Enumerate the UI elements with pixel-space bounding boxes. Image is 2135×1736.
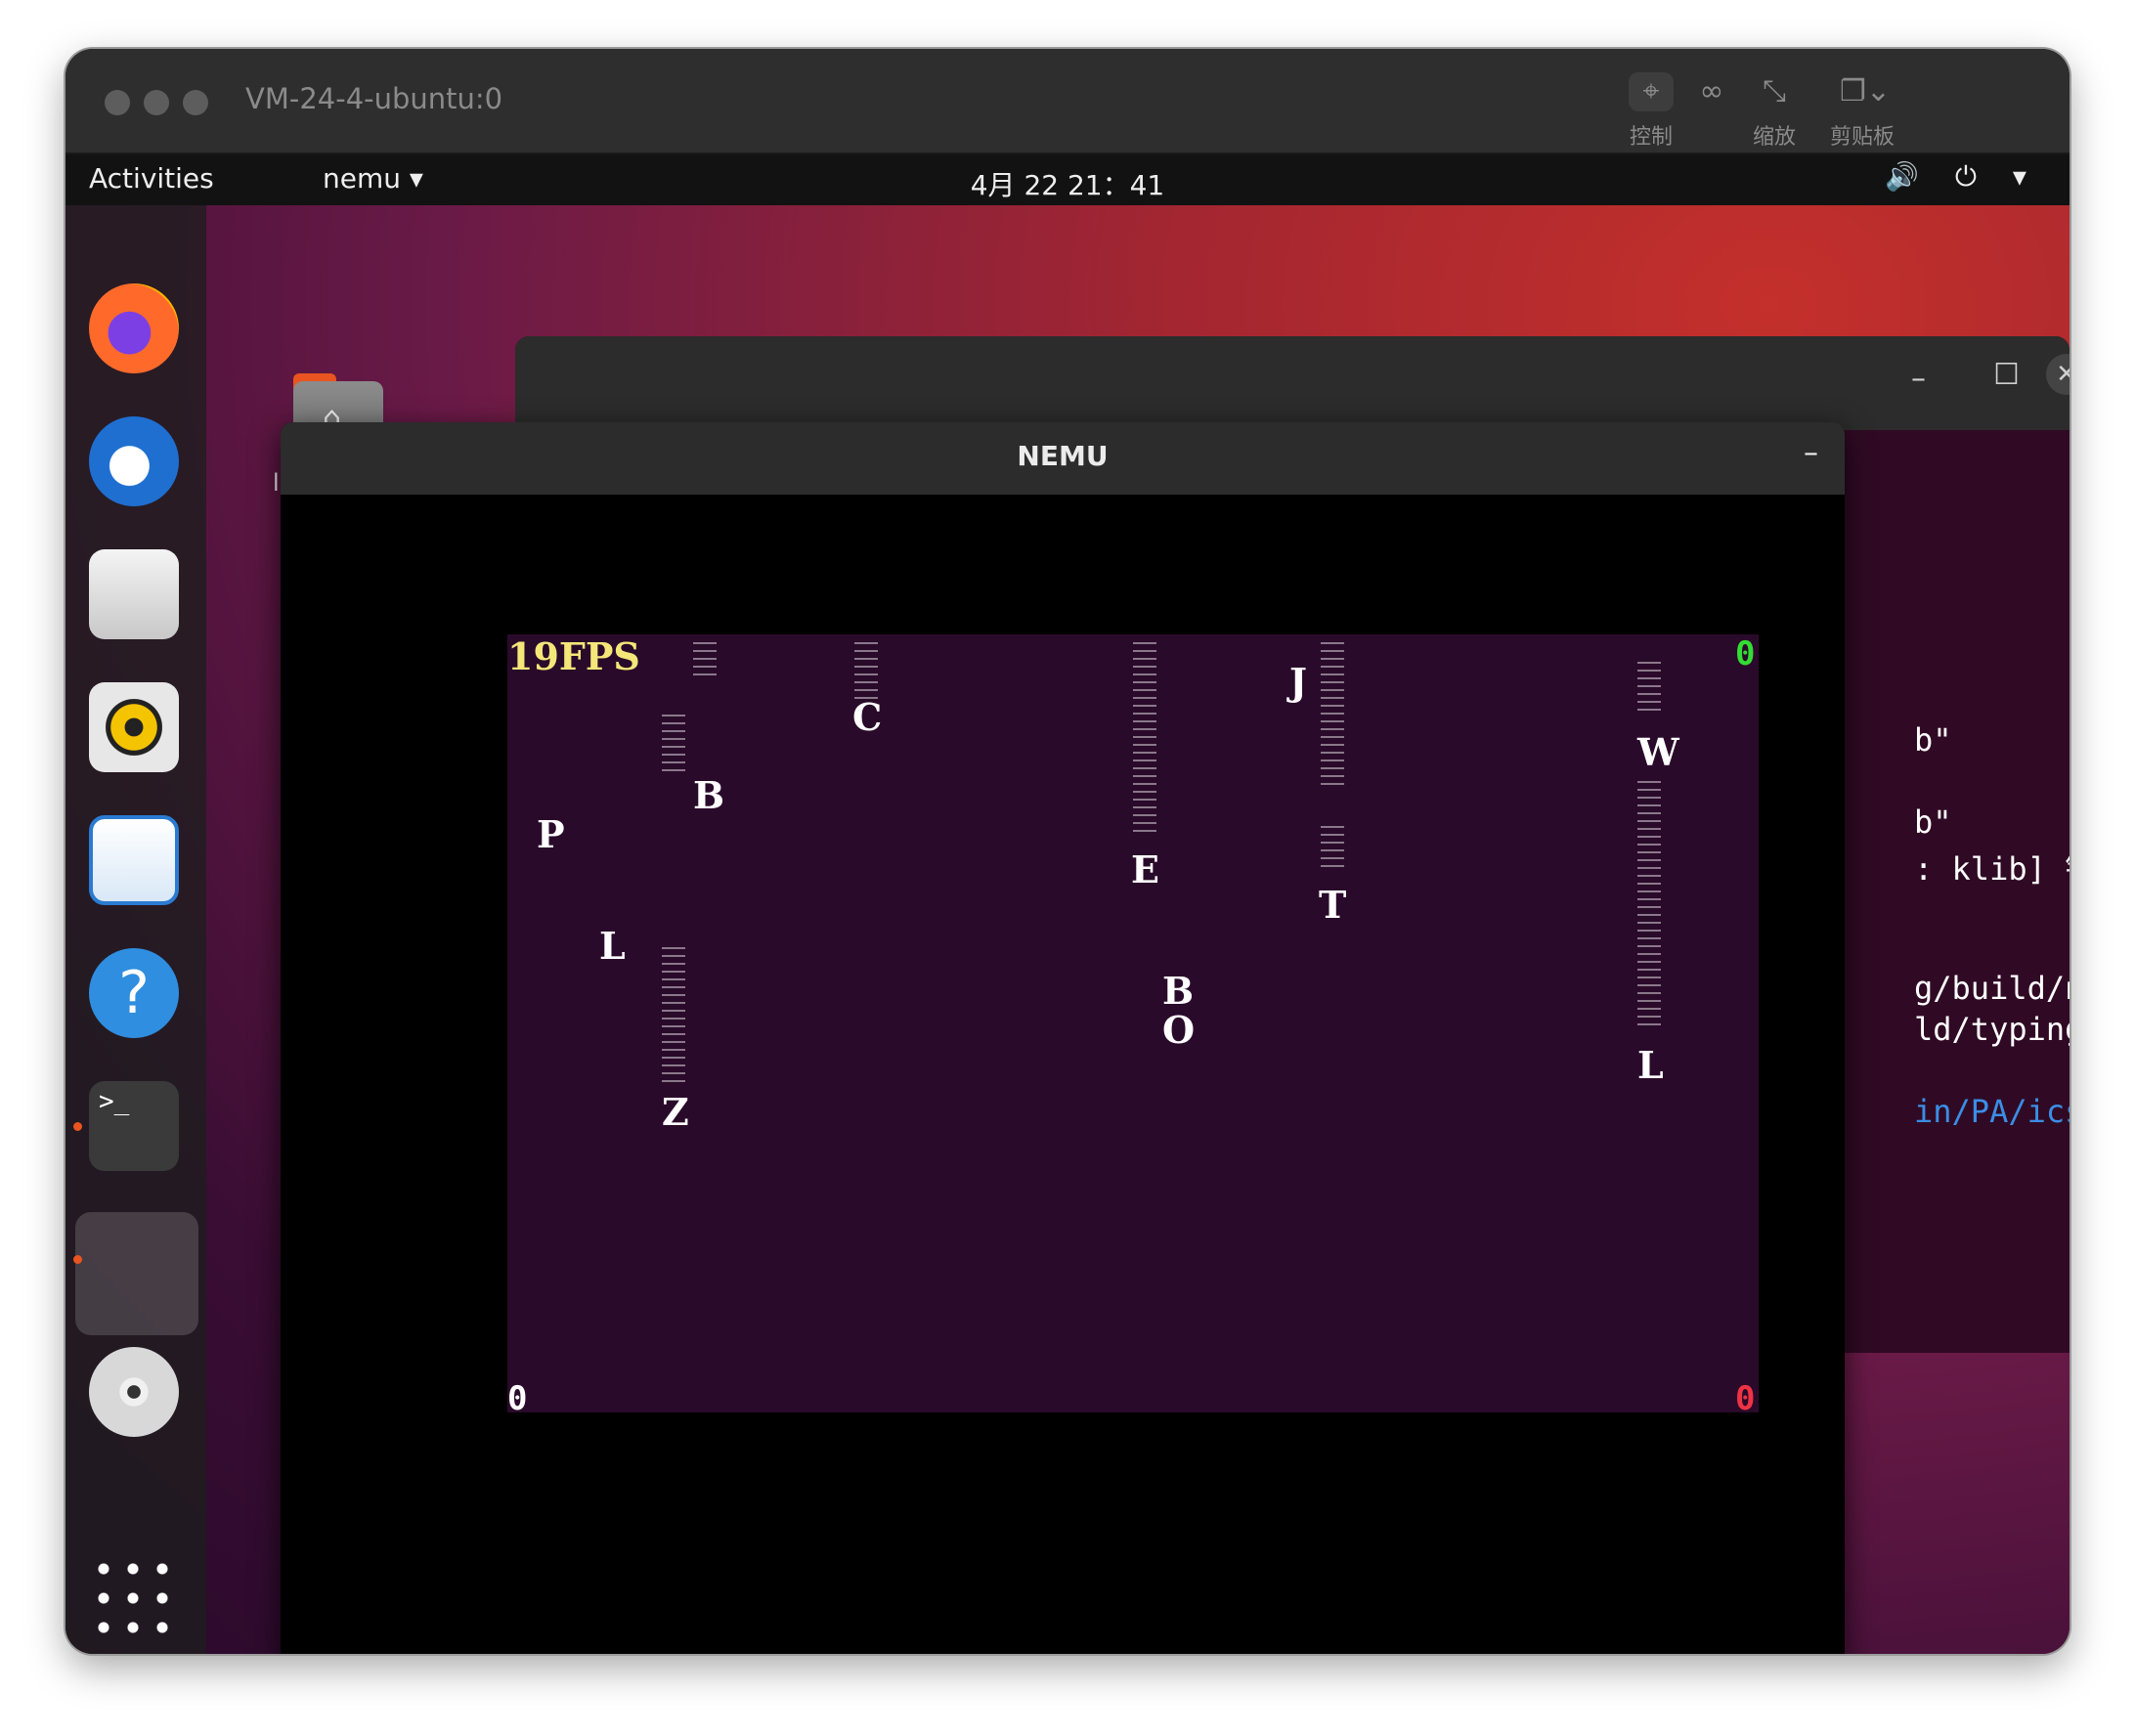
- thunderbird-icon[interactable]: [89, 416, 179, 506]
- letter-trail: [1133, 642, 1156, 838]
- zoom-traffic-light[interactable]: [183, 90, 208, 115]
- minimize-button[interactable]: –: [1804, 436, 1818, 470]
- falling-letter: T: [1319, 883, 1347, 927]
- ubuntu-dock: ? >_: [65, 205, 206, 1654]
- vnc-window: VM-24-4-ubuntu:0 ⌖ 控制 ∞ ⤡ 缩放 ❐⌄ 剪贴板 Acti…: [65, 49, 2070, 1654]
- terminal-minimize-button[interactable]: –: [1911, 362, 1926, 396]
- clock[interactable]: 4月 22 21：41: [65, 164, 2070, 203]
- system-tray[interactable]: 🔊 ⏻ ▾: [1885, 160, 2040, 194]
- letter-trail: [1321, 826, 1344, 869]
- typing-game-canvas[interactable]: 19FPS 0 0 0 C J W B P E T L B O L Z: [507, 634, 1759, 1418]
- close-traffic-light[interactable]: [105, 90, 130, 115]
- show-apps-grid-icon[interactable]: [89, 1554, 179, 1644]
- nemu-title: NEMU: [1017, 440, 1109, 472]
- terminal-line: b": [1914, 803, 1952, 841]
- letter-trail: [1637, 662, 1661, 711]
- writer-icon[interactable]: [89, 815, 179, 905]
- cursor-control-icon: ⌖: [1629, 72, 1674, 111]
- letter-trail: [662, 947, 685, 1084]
- terminal-icon[interactable]: >_: [89, 1081, 179, 1171]
- running-indicator: [73, 1255, 82, 1264]
- falling-letter: O: [1162, 1008, 1196, 1052]
- clipboard-tool-label: 剪贴板: [1829, 125, 1895, 150]
- letter-trail: [662, 715, 685, 773]
- clipboard-icon: ❐⌄: [1840, 74, 1892, 108]
- rhythmbox-icon[interactable]: [89, 682, 179, 772]
- nemu-dock-item[interactable]: [75, 1212, 198, 1335]
- terminal-line: in/PA/ics2: [1914, 1093, 2070, 1130]
- nemu-headerbar: NEMU – ✕: [281, 422, 1845, 495]
- zoom-tool-button[interactable]: ⤡ 缩放: [1737, 66, 1811, 154]
- letter-trail: [693, 642, 717, 677]
- help-icon[interactable]: ?: [89, 948, 179, 1038]
- falling-letter: B: [693, 773, 725, 817]
- letter-trail: [1637, 781, 1661, 1025]
- terminal-maximize-button[interactable]: ☐: [1993, 358, 2020, 392]
- falling-letter: J: [1289, 660, 1307, 704]
- terminal-headerbar: – ☐ ✕: [515, 336, 2070, 430]
- window-title: VM-24-4-ubuntu:0: [245, 82, 503, 115]
- falling-letter: B: [1162, 969, 1195, 1013]
- firefox-icon[interactable]: [89, 283, 179, 373]
- falling-letter: W: [1637, 730, 1679, 774]
- falling-letter: Z: [662, 1090, 689, 1134]
- falling-letter: P: [537, 812, 565, 856]
- miss-counter: 0: [1735, 1379, 1756, 1418]
- fps-counter: 19FPS: [507, 634, 640, 678]
- files-icon[interactable]: [89, 549, 179, 639]
- terminal-close-button[interactable]: ✕: [2046, 354, 2070, 395]
- falling-letter: L: [599, 924, 626, 968]
- hit-counter: 0: [1735, 634, 1756, 673]
- zoom-tool-label: 缩放: [1752, 125, 1796, 150]
- clipboard-tool-button[interactable]: ❐⌄ 剪贴板: [1825, 66, 1899, 154]
- vnc-titlebar: VM-24-4-ubuntu:0 ⌖ 控制 ∞ ⤡ 缩放 ❐⌄ 剪贴板: [65, 49, 2070, 154]
- letter-trail: [854, 642, 878, 701]
- terminal-line: b": [1914, 721, 1952, 759]
- top-left-counter: 0: [507, 1379, 528, 1418]
- running-indicator: [73, 1122, 82, 1131]
- minimize-traffic-light[interactable]: [144, 90, 169, 115]
- falling-letter: E: [1131, 847, 1159, 891]
- resize-arrows-icon: ⤡: [1763, 74, 1786, 108]
- terminal-line: g/build/ne: [1914, 970, 2070, 1007]
- terminal-line: : klib] 错: [1914, 850, 2070, 888]
- falling-letter: L: [1637, 1043, 1664, 1087]
- terminal-line: ld/typing-: [1914, 1011, 2070, 1048]
- binoculars-icon: ∞: [1699, 74, 1724, 108]
- dvd-icon[interactable]: [89, 1347, 179, 1437]
- falling-letter: C: [852, 695, 883, 739]
- letter-trail: [1321, 642, 1344, 789]
- ubuntu-top-bar: Activities nemu ▾ 4月 22 21：41 🔊 ⏻ ▾: [65, 154, 2070, 205]
